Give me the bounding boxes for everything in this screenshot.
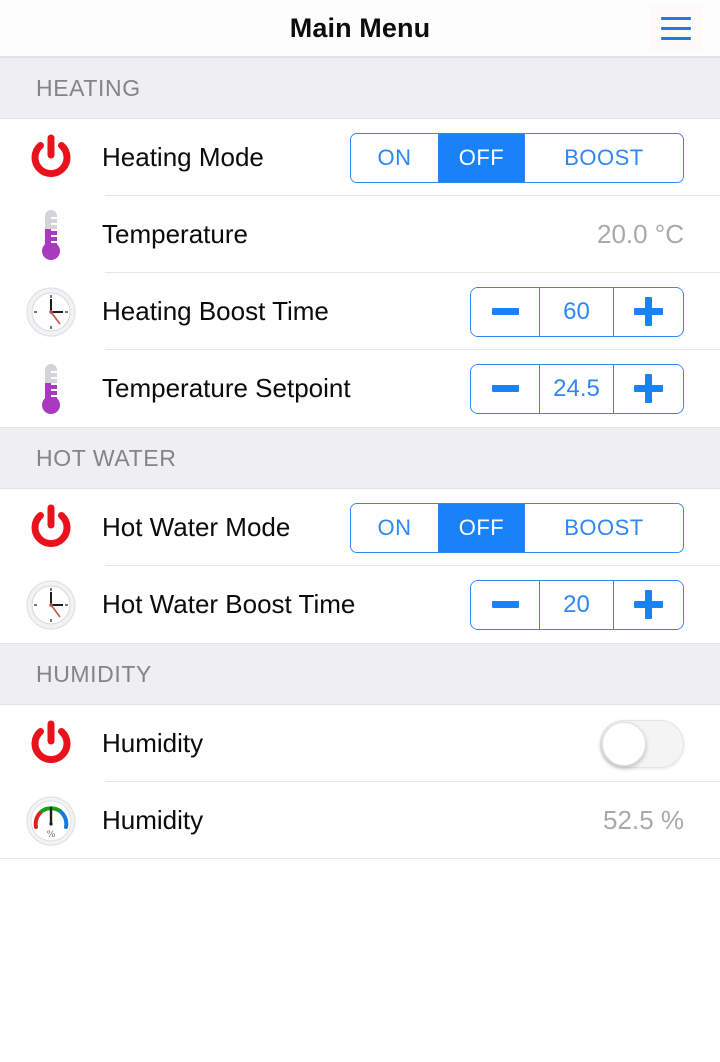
row-label: Heating Mode <box>102 142 264 172</box>
row-temperature: Temperature 20.0 °C <box>0 196 720 273</box>
section-header-label: HOT WATER <box>36 444 177 471</box>
humidity-gauge-icon: % <box>14 795 88 847</box>
section-header-label: HEATING <box>36 74 141 101</box>
thermometer-icon <box>14 361 88 417</box>
row-temperature-setpoint: Temperature Setpoint 24.5 <box>0 350 720 427</box>
hamburger-bar-2 <box>661 26 691 30</box>
title-bar: Main Menu <box>0 0 720 57</box>
section-header-hot-water: HOT WATER <box>0 427 720 489</box>
heating-mode-segmented-control[interactable]: ON OFF BOOST <box>350 132 684 183</box>
segment-boost[interactable]: BOOST <box>525 133 683 182</box>
stepper-value[interactable]: 20 <box>540 580 614 629</box>
hamburger-bar-3 <box>661 36 691 40</box>
hot-water-mode-segmented-control[interactable]: ON OFF BOOST <box>350 502 684 553</box>
row-heating-mode[interactable]: Heating Mode ON OFF BOOST <box>0 119 720 196</box>
heating-boost-time-stepper[interactable]: 60 <box>470 286 684 337</box>
minus-icon <box>491 308 519 315</box>
increment-button[interactable] <box>614 364 683 413</box>
power-icon <box>14 503 88 553</box>
decrement-button[interactable] <box>471 580 540 629</box>
segment-on[interactable]: ON <box>351 503 439 552</box>
segment-on[interactable]: ON <box>351 133 439 182</box>
increment-button[interactable] <box>614 287 683 336</box>
power-icon <box>14 719 88 769</box>
thermometer-icon <box>14 207 88 263</box>
row-label: Hot Water Mode <box>102 512 291 542</box>
clock-icon <box>14 286 88 338</box>
row-hot-water-boost-time: Hot Water Boost Time 20 <box>0 566 720 643</box>
row-label: Temperature <box>102 219 248 249</box>
toggle-knob <box>602 721 646 766</box>
humidity-value: 52.5 % <box>603 805 684 835</box>
row-hot-water-mode[interactable]: Hot Water Mode ON OFF BOOST <box>0 489 720 566</box>
decrement-button[interactable] <box>471 364 540 413</box>
plus-icon <box>634 297 663 326</box>
section-header-label: HUMIDITY <box>36 660 152 687</box>
section-header-humidity: HUMIDITY <box>0 643 720 705</box>
decrement-button[interactable] <box>471 287 540 336</box>
hamburger-bar-1 <box>661 16 691 20</box>
section-header-heating: HEATING <box>0 57 720 119</box>
increment-button[interactable] <box>614 580 683 629</box>
temperature-setpoint-stepper[interactable]: 24.5 <box>470 363 684 414</box>
plus-icon <box>634 374 663 403</box>
row-label: Heating Boost Time <box>102 296 329 326</box>
minus-icon <box>491 601 519 608</box>
clock-icon <box>14 579 88 631</box>
hot-water-boost-time-stepper[interactable]: 20 <box>470 579 684 630</box>
row-label: Temperature Setpoint <box>102 373 351 403</box>
row-label: Humidity <box>102 728 204 758</box>
main-menu-screen: Main Menu HEATING Heating Mode ON OFF BO… <box>0 0 720 1062</box>
power-icon <box>14 133 88 183</box>
humidity-toggle-switch[interactable] <box>600 719 684 768</box>
row-humidity-toggle: Humidity <box>0 705 720 782</box>
page-title: Main Menu <box>289 12 431 43</box>
stepper-value[interactable]: 24.5 <box>540 364 614 413</box>
row-humidity-value: % Humidity 52.5 % <box>0 782 720 859</box>
stepper-value[interactable]: 60 <box>540 287 614 336</box>
segment-off[interactable]: OFF <box>439 133 525 182</box>
hamburger-menu-icon[interactable] <box>650 3 702 53</box>
row-label: Hot Water Boost Time <box>102 589 356 619</box>
row-label: Humidity <box>102 805 204 835</box>
temperature-value: 20.0 °C <box>596 219 684 249</box>
row-heating-boost-time: Heating Boost Time 60 <box>0 273 720 350</box>
svg-text:%: % <box>47 830 56 840</box>
segment-boost[interactable]: BOOST <box>525 503 683 552</box>
segment-off[interactable]: OFF <box>439 503 525 552</box>
plus-icon <box>634 590 663 619</box>
minus-icon <box>491 385 519 392</box>
